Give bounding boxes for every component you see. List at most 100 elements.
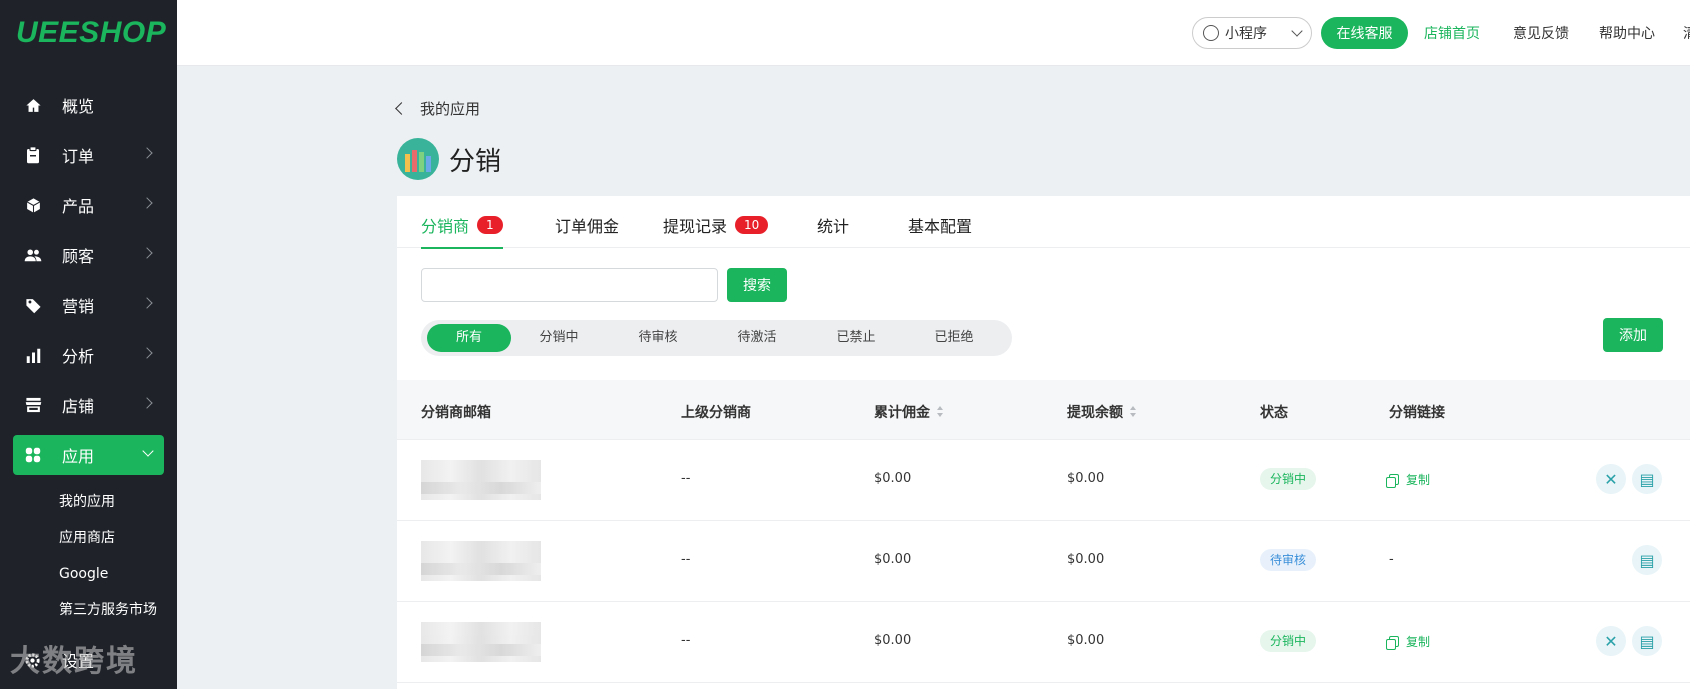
chevron-right-icon	[141, 247, 153, 259]
status-filter-group: 所有 分销中 待审核 待激活 已禁止 已拒绝	[421, 320, 1012, 356]
filter-pending-activation[interactable]: 待激活	[715, 324, 799, 352]
details-button[interactable]: ▤	[1632, 464, 1662, 494]
details-button[interactable]: ▤	[1632, 626, 1662, 656]
breadcrumb-label: 我的应用	[420, 100, 481, 118]
redacted-email	[421, 460, 541, 500]
table-row: -- $0.00 $0.00 分销中 复制 ✕ ▤	[397, 440, 1690, 521]
column-header-link: 分销链接	[1389, 405, 1445, 421]
commission-cell: $0.00	[874, 633, 912, 648]
home-icon	[24, 96, 42, 114]
filter-pending-review[interactable]: 待审核	[616, 324, 700, 352]
sidebar-item-label: 营销	[62, 297, 95, 316]
status-badge: 分销中	[1260, 468, 1317, 490]
tab-distributors[interactable]: 分销商 1	[421, 213, 503, 249]
tab-statistics[interactable]: 统计	[817, 213, 849, 237]
sidebar-item-label: 产品	[62, 197, 95, 216]
distribution-app-icon	[397, 138, 439, 180]
filter-disabled[interactable]: 已禁止	[814, 324, 898, 352]
page-title-text: 分销	[449, 146, 502, 177]
sidebar-item-marketing[interactable]: 营销	[0, 280, 177, 330]
balance-cell: $0.00	[1067, 471, 1105, 486]
balance-cell: $0.00	[1067, 633, 1105, 648]
sidebar-submenu: 我的应用 应用商店 Google 第三方服务市场	[0, 480, 177, 628]
column-header-parent: 上级分销商	[681, 405, 751, 421]
sidebar-item-apps[interactable]: 应用	[13, 435, 164, 475]
status-badge: 分销中	[1260, 630, 1317, 652]
sidebar-subitem-google[interactable]: Google	[0, 556, 177, 592]
bar-chart-icon	[24, 346, 42, 364]
tab-label: 分销商	[421, 217, 470, 236]
search-button[interactable]: 搜索	[727, 268, 787, 302]
sidebar-subitem-app-store[interactable]: 应用商店	[0, 520, 177, 556]
details-button[interactable]: ▤	[1632, 545, 1662, 575]
sidebar-item-products[interactable]: 产品	[0, 180, 177, 230]
column-header-status: 状态	[1260, 405, 1288, 421]
table-row: -- $0.00 $0.00 分销中 复制 ✕ ▤	[397, 602, 1690, 683]
filter-rejected[interactable]: 已拒绝	[912, 324, 996, 352]
copy-link-button[interactable]: 复制	[1386, 633, 1430, 650]
sidebar-item-label: 分析	[62, 347, 95, 366]
mini-program-dropdown[interactable]: 小程序	[1192, 17, 1312, 49]
sidebar-item-customers[interactable]: 顾客	[0, 230, 177, 280]
truncated-link[interactable]: 清	[1683, 17, 1690, 49]
filter-distributing[interactable]: 分销中	[517, 324, 601, 352]
reject-button[interactable]: ✕	[1596, 464, 1626, 494]
balance-cell: $0.00	[1067, 552, 1105, 567]
clipboard-icon	[24, 146, 42, 164]
copy-link-button[interactable]: 复制	[1386, 471, 1431, 488]
chevron-left-icon	[395, 102, 408, 115]
sort-icon	[1130, 406, 1137, 418]
parent-cell: --	[681, 471, 691, 486]
sort-icon	[937, 406, 944, 418]
table-row: -- $0.00 $0.00 待审核 - ▤	[397, 521, 1690, 602]
document-icon: ▤	[1639, 631, 1655, 651]
online-service-button[interactable]: 在线客服	[1321, 17, 1408, 49]
topbar: 小程序 在线客服 店铺首页 意见反馈 帮助中心 清	[177, 0, 1690, 66]
apps-icon	[24, 446, 42, 464]
tab-label: 基本配置	[908, 217, 973, 236]
redacted-email	[421, 541, 541, 581]
copy-icon	[1386, 474, 1399, 488]
chevron-right-icon	[141, 347, 153, 359]
add-button[interactable]: 添加	[1603, 318, 1663, 352]
parent-cell: --	[681, 552, 691, 567]
help-center-link[interactable]: 帮助中心	[1599, 17, 1655, 49]
table-header: 分销商邮箱 上级分销商 累计佣金 提现余额 状态 分销链接	[397, 380, 1690, 440]
reject-button[interactable]: ✕	[1596, 626, 1626, 656]
column-header-balance[interactable]: 提现余额	[1067, 402, 1137, 422]
tab-order-commission[interactable]: 订单佣金	[555, 213, 619, 237]
sidebar-item-label: 店铺	[62, 397, 95, 416]
filter-all[interactable]: 所有	[427, 324, 511, 352]
sidebar-subitem-third-party[interactable]: 第三方服务市场	[0, 592, 177, 628]
tab-basic-config[interactable]: 基本配置	[908, 213, 972, 237]
logo: UEESHOP	[16, 16, 167, 49]
sidebar-item-store[interactable]: 店铺	[0, 380, 177, 430]
tab-label: 订单佣金	[555, 217, 620, 236]
count-badge: 1	[477, 216, 503, 234]
sidebar-subitem-my-apps[interactable]: 我的应用	[0, 484, 177, 520]
chevron-right-icon	[141, 197, 153, 209]
copy-icon	[1386, 636, 1399, 650]
tab-withdrawal-records[interactable]: 提现记录 10	[663, 213, 769, 237]
copy-label: 复制	[1406, 473, 1431, 487]
column-header-commission[interactable]: 累计佣金	[874, 402, 944, 422]
close-icon: ✕	[1604, 469, 1618, 489]
sidebar-item-orders[interactable]: 订单	[0, 130, 177, 180]
mini-program-label: 小程序	[1225, 26, 1267, 42]
sidebar-item-label: 顾客	[62, 247, 95, 266]
sidebar-item-analytics[interactable]: 分析	[0, 330, 177, 380]
document-icon: ▤	[1639, 469, 1655, 489]
store-home-link[interactable]: 店铺首页	[1424, 17, 1480, 49]
box-icon	[24, 196, 42, 214]
sidebar-item-label: 订单	[62, 147, 95, 166]
document-icon: ▤	[1639, 550, 1655, 570]
chevron-down-icon	[1291, 25, 1303, 37]
count-badge: 10	[735, 216, 769, 234]
chevron-down-icon	[142, 445, 154, 457]
feedback-link[interactable]: 意见反馈	[1513, 17, 1569, 49]
search-input[interactable]	[421, 268, 718, 302]
breadcrumb[interactable]: 我的应用	[395, 98, 481, 119]
tab-label: 统计	[817, 217, 850, 236]
tab-bar: 分销商 1 订单佣金 提现记录 10 统计 基本配置	[397, 196, 1690, 249]
sidebar-item-overview[interactable]: 概览	[0, 80, 177, 130]
